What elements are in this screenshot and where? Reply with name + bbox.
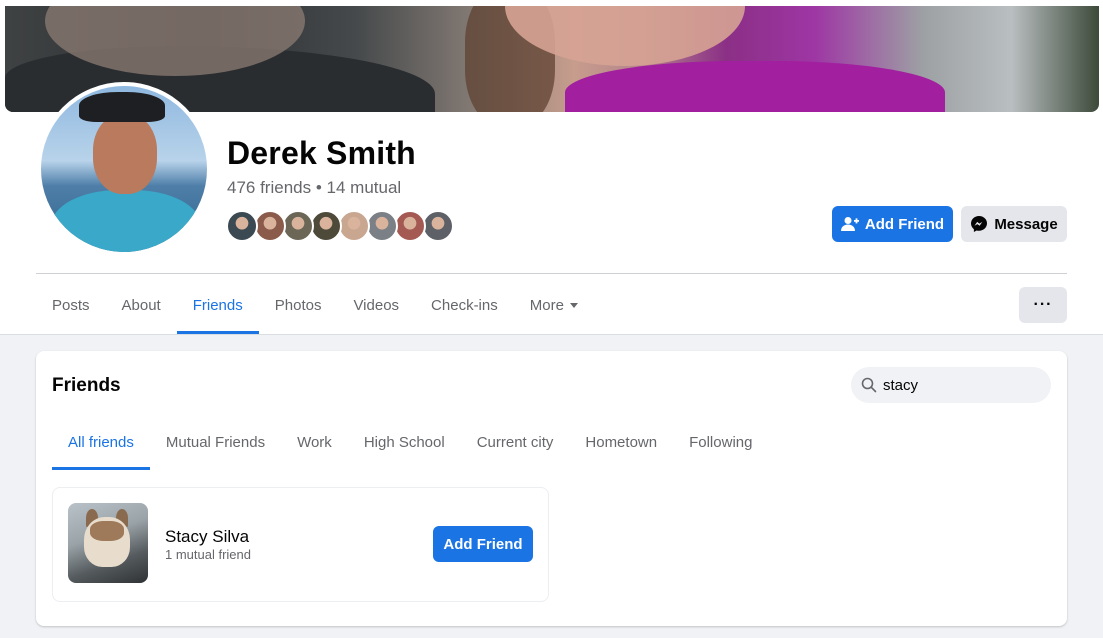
tab-current-city[interactable]: Current city — [461, 414, 570, 470]
friend-mutual-count[interactable]: 1 mutual friend — [165, 547, 251, 562]
mutual-friend-avatar[interactable] — [366, 210, 398, 242]
tab-videos[interactable]: Videos — [337, 276, 415, 334]
mutual-friend-avatar[interactable] — [338, 210, 370, 242]
mutual-friend-avatar[interactable] — [394, 210, 426, 242]
tab-check-ins[interactable]: Check-ins — [415, 276, 514, 334]
mutual-friend-avatar[interactable] — [422, 210, 454, 242]
message-button[interactable]: Message — [961, 206, 1067, 242]
search-input[interactable] — [883, 376, 1033, 394]
separator: • — [311, 178, 327, 197]
tab-following[interactable]: Following — [673, 414, 768, 470]
friend-add-friend-button[interactable]: Add Friend — [433, 526, 533, 562]
friend-add-friend-label: Add Friend — [443, 535, 523, 553]
mutual-friend-avatar[interactable] — [310, 210, 342, 242]
add-friend-button[interactable]: Add Friend — [832, 206, 953, 242]
tab-about[interactable]: About — [106, 276, 177, 334]
tab-mutual-friends[interactable]: Mutual Friends — [150, 414, 281, 470]
friend-result: Stacy Silva 1 mutual friend Add Friend — [52, 487, 549, 602]
friends-card: Friends All friends Mutual Friends Work … — [36, 351, 1067, 626]
tab-posts[interactable]: Posts — [36, 276, 106, 334]
friends-count-label[interactable]: 476 friends — [227, 178, 311, 197]
friends-count[interactable]: 476 friends • 14 mutual — [227, 178, 401, 198]
profile-tabs: Posts About Friends Photos Videos Check-… — [36, 276, 594, 334]
profile-picture[interactable] — [37, 82, 211, 256]
ellipsis-icon: ··· — [1033, 296, 1053, 313]
tab-friends[interactable]: Friends — [176, 276, 259, 334]
mutual-friend-avatar[interactable] — [254, 210, 286, 242]
add-friend-icon — [840, 217, 859, 231]
friend-name[interactable]: Stacy Silva — [165, 527, 249, 547]
search-icon — [861, 377, 877, 393]
tab-all-friends[interactable]: All friends — [52, 414, 150, 470]
messenger-icon — [971, 216, 988, 232]
friend-photo[interactable] — [68, 503, 148, 583]
tab-high-school[interactable]: High School — [348, 414, 461, 470]
friends-search[interactable] — [851, 367, 1051, 403]
mutual-friends-avatars[interactable] — [226, 210, 454, 242]
tab-work[interactable]: Work — [281, 414, 348, 470]
mutual-count-label[interactable]: 14 mutual — [327, 178, 402, 197]
more-options-button[interactable]: ··· — [1019, 287, 1067, 323]
tab-photos[interactable]: Photos — [259, 276, 338, 334]
mutual-friend-avatar[interactable] — [282, 210, 314, 242]
message-label: Message — [994, 215, 1058, 233]
header-divider — [36, 273, 1067, 274]
tab-more[interactable]: More — [514, 276, 594, 334]
tab-hometown[interactable]: Hometown — [569, 414, 673, 470]
mutual-friend-avatar[interactable] — [226, 210, 258, 242]
add-friend-label: Add Friend — [864, 215, 945, 233]
profile-name: Derek Smith — [227, 135, 416, 171]
friends-title: Friends — [52, 375, 121, 396]
friends-filter-tabs: All friends Mutual Friends Work High Sch… — [52, 414, 768, 470]
caret-down-icon — [569, 302, 578, 308]
